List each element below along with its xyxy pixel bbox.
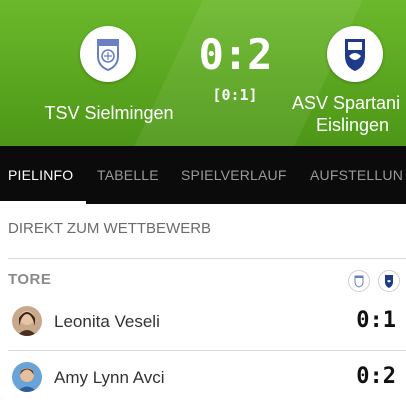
match-header: 0:2 [0:1] TSV Sielmingen ASV Spartani Ei… — [0, 0, 406, 146]
home-team-crest-icon[interactable] — [80, 26, 136, 82]
player-name[interactable]: Amy Lynn Avci — [54, 368, 165, 388]
goal-score: 0:2 — [356, 364, 396, 389]
goal-row[interactable]: Amy Lynn Avci 0:2 — [0, 352, 406, 404]
player-avatar — [12, 362, 42, 392]
final-score: 0:2 — [198, 30, 273, 79]
tab-spielverlauf[interactable]: SPIELVERLAUF — [181, 146, 287, 204]
active-tab-indicator — [0, 201, 86, 204]
player-avatar — [12, 306, 42, 336]
goal-row[interactable]: Leonita Veseli 0:1 — [0, 296, 406, 348]
away-team-name[interactable]: ASV Spartani Eislingen — [292, 92, 406, 136]
tab-bar: PIELINFO TABELLE SPIELVERLAUF AUFSTELLUN — [0, 146, 406, 204]
home-team-name[interactable]: TSV Sielmingen — [34, 102, 184, 124]
tab-aufstellung[interactable]: AUFSTELLUN — [310, 146, 403, 204]
divider — [8, 258, 406, 259]
away-team-name-line1: ASV Spartani — [292, 93, 401, 113]
away-team-name-line2: Eislingen — [316, 115, 390, 135]
home-mini-crest-icon — [348, 270, 370, 292]
tab-spielinfo[interactable]: PIELINFO — [8, 146, 73, 204]
away-mini-crest-icon — [378, 270, 400, 292]
goals-section-title: TORE — [8, 271, 52, 288]
halftime-score: [0:1] — [212, 86, 258, 104]
tab-tabelle[interactable]: TABELLE — [97, 146, 159, 204]
divider — [8, 350, 406, 351]
goal-score: 0:1 — [356, 308, 396, 333]
direct-to-competition-link[interactable]: DIREKT ZUM WETTBEWERB — [8, 220, 211, 237]
player-name[interactable]: Leonita Veseli — [54, 312, 160, 332]
away-team-crest-icon[interactable] — [327, 26, 383, 82]
